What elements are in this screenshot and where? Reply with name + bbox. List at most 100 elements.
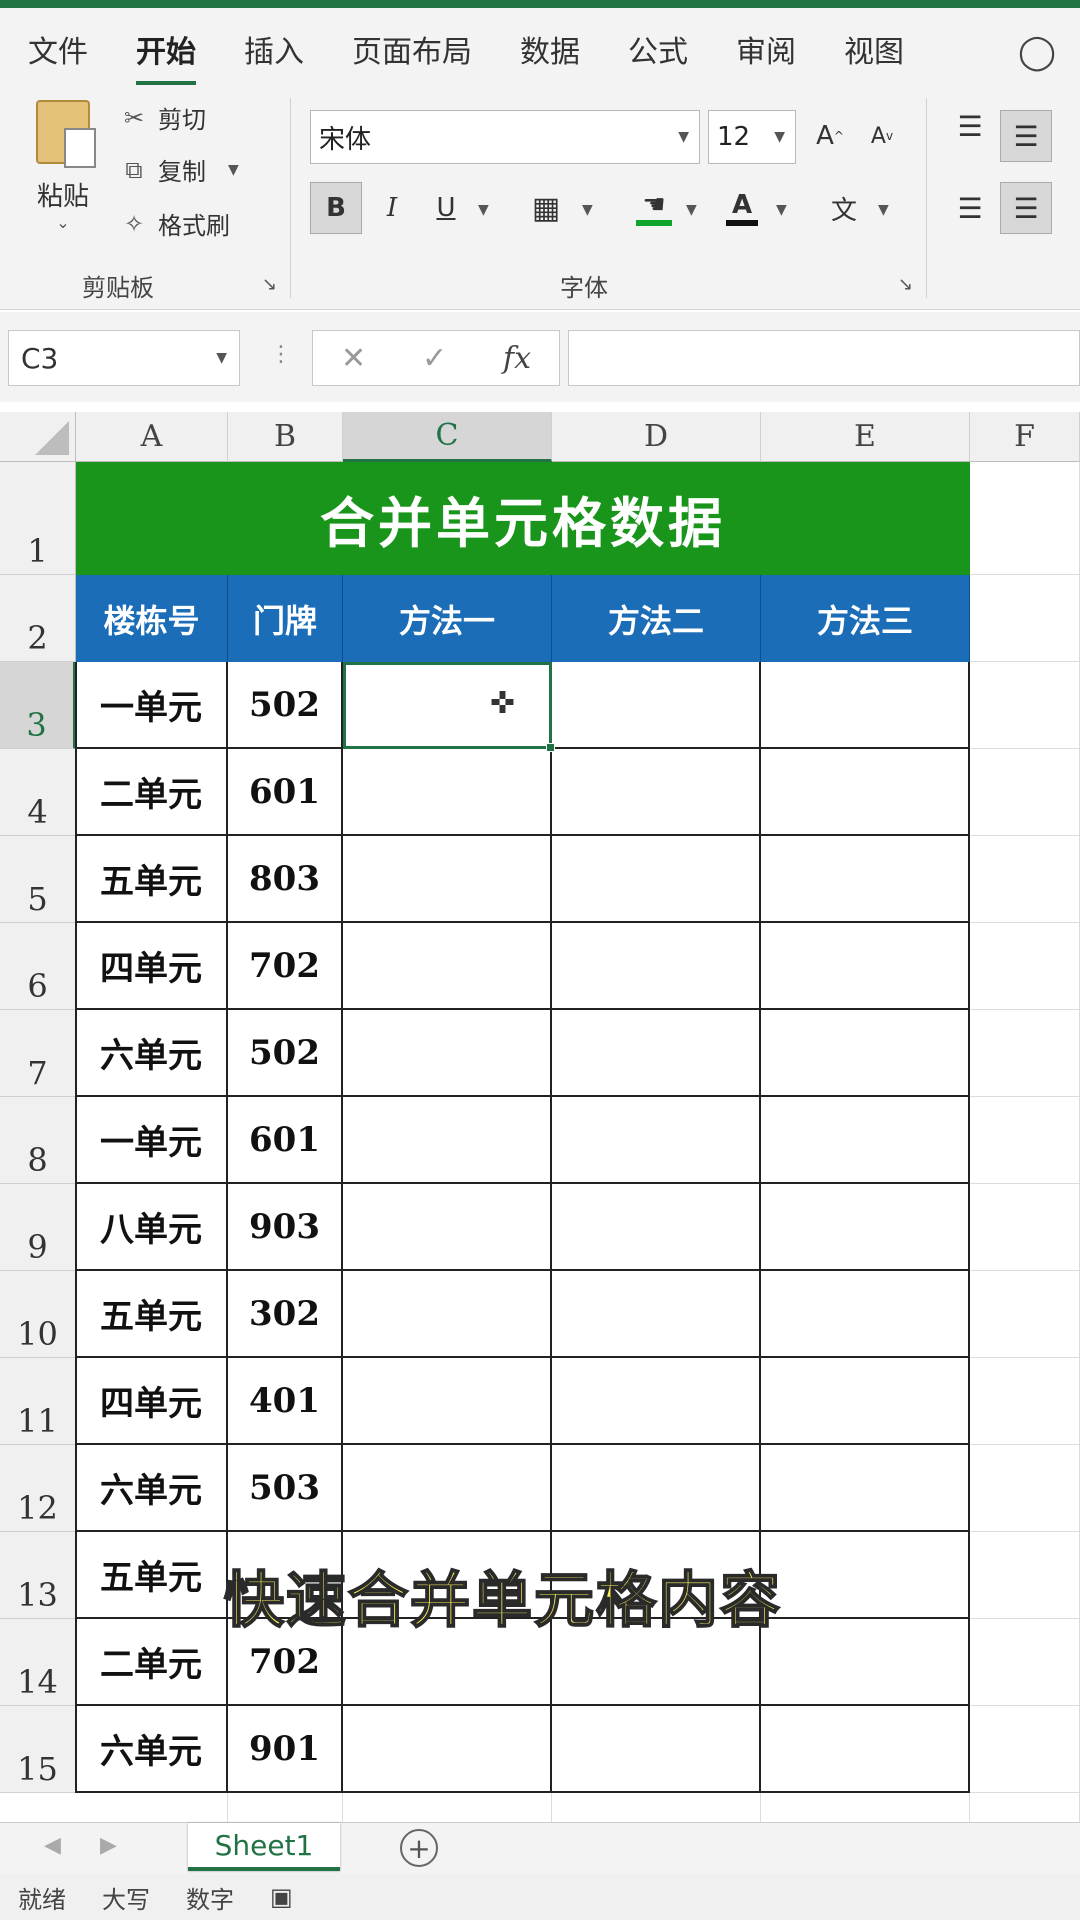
row-header-13[interactable]: 13 [0,1532,76,1619]
header-cell-a[interactable]: 楼栋号 [76,575,228,662]
tab-data[interactable]: 数据 [520,19,580,79]
cell-c6[interactable] [343,923,552,1010]
cell-e15[interactable] [761,1706,970,1793]
align-middle-icon[interactable]: ☰ [1000,110,1052,162]
font-color-button[interactable]: A [716,182,768,234]
cut-button[interactable]: ✂ 剪切 [118,100,206,135]
cell-a8[interactable]: 一单元 [76,1097,228,1184]
cell-d15[interactable] [552,1706,761,1793]
cell-e4[interactable] [761,749,970,836]
cell-b15[interactable]: 901 [228,1706,343,1793]
row-header-11[interactable]: 11 [0,1358,76,1445]
row-header-9[interactable]: 9 [0,1184,76,1271]
scroll-left-icon[interactable]: ◀ [44,1833,61,1858]
tab-file[interactable]: 文件 [28,19,88,79]
underline-button[interactable]: U [420,182,472,234]
header-cell-c[interactable]: 方法一 [343,575,552,662]
column-header-b[interactable]: B [228,412,343,462]
tab-home[interactable]: 开始 [136,19,196,85]
header-cell-e[interactable]: 方法三 [761,575,970,662]
row-header-10[interactable]: 10 [0,1271,76,1358]
row-header-1[interactable]: 1 [0,462,76,575]
paste-button[interactable]: 粘贴 ⌄ [28,100,98,260]
merged-title-cell[interactable]: 合并单元格数据 [76,462,970,575]
cell-d4[interactable] [552,749,761,836]
chevron-down-icon[interactable]: ▼ [878,202,889,218]
row-header-14[interactable]: 14 [0,1619,76,1706]
cell-e14[interactable] [761,1619,970,1706]
row-header-3[interactable]: 3 [0,662,76,749]
cell-a15[interactable]: 六单元 [76,1706,228,1793]
align-left-icon[interactable]: ☰ [944,182,996,234]
font-name-select[interactable]: 宋体 ▼ [310,110,700,164]
cell-b5[interactable]: 803 [228,836,343,923]
cell-e11[interactable] [761,1358,970,1445]
cell-a9[interactable]: 八单元 [76,1184,228,1271]
cell-c7[interactable] [343,1010,552,1097]
chevron-down-icon[interactable]: ▼ [686,202,697,218]
row-header-5[interactable]: 5 [0,836,76,923]
cell-a4[interactable]: 二单元 [76,749,228,836]
cell-d6[interactable] [552,923,761,1010]
phonetic-guide-icon[interactable]: 文 [818,182,870,234]
italic-button[interactable]: I [366,182,418,234]
cell-b9[interactable]: 903 [228,1184,343,1271]
cell-a14[interactable]: 二单元 [76,1619,228,1706]
row-header-7[interactable]: 7 [0,1010,76,1097]
cell-d11[interactable] [552,1358,761,1445]
cell-a10[interactable]: 五单元 [76,1271,228,1358]
cell-a3[interactable]: 一单元 [76,662,228,749]
dialog-launcher-icon[interactable]: ↘ [262,274,277,295]
row-header-8[interactable]: 8 [0,1097,76,1184]
grow-font-button[interactable]: A ^ [804,110,856,162]
cell-e12[interactable] [761,1445,970,1532]
sheet-tab-sheet1[interactable]: Sheet1 [188,1823,340,1871]
cell-e8[interactable] [761,1097,970,1184]
align-center-icon[interactable]: ☰ [1000,182,1052,234]
row-header-15[interactable]: 15 [0,1706,76,1793]
more-options-icon[interactable]: ⋮ [270,342,292,367]
cell-a13[interactable]: 五单元 [76,1532,228,1619]
cell-c11[interactable] [343,1358,552,1445]
row-header-12[interactable]: 12 [0,1445,76,1532]
chevron-down-icon[interactable]: ▼ [582,202,593,218]
row-header-6[interactable]: 6 [0,923,76,1010]
cell-a12[interactable]: 六单元 [76,1445,228,1532]
cell-e13[interactable] [761,1532,970,1619]
font-size-select[interactable]: 12 ▼ [708,110,796,164]
cell-d9[interactable] [552,1184,761,1271]
cell-d5[interactable] [552,836,761,923]
cell-c10[interactable] [343,1271,552,1358]
column-header-d[interactable]: D [552,412,761,462]
cell-e3[interactable] [761,662,970,749]
cell-c12[interactable] [343,1445,552,1532]
enter-icon[interactable]: ✓ [422,341,447,376]
cell-e10[interactable] [761,1271,970,1358]
cell-e9[interactable] [761,1184,970,1271]
align-top-icon[interactable]: ☰ [944,100,996,152]
bold-button[interactable]: B [310,182,362,234]
shrink-font-button[interactable]: Av [856,110,908,162]
cell-a6[interactable]: 四单元 [76,923,228,1010]
cell-c8[interactable] [343,1097,552,1184]
cell-d3[interactable] [552,662,761,749]
chevron-down-icon[interactable]: ▼ [228,162,239,178]
dialog-launcher-icon[interactable]: ↘ [898,274,913,295]
cell-d7[interactable] [552,1010,761,1097]
cell-b11[interactable]: 401 [228,1358,343,1445]
row-header-4[interactable]: 4 [0,749,76,836]
column-header-c[interactable]: C [343,412,552,462]
cell-d8[interactable] [552,1097,761,1184]
formula-input[interactable] [568,330,1080,386]
column-header-f[interactable]: F [970,412,1080,462]
cancel-icon[interactable]: ✕ [341,341,366,376]
cell-c5[interactable] [343,836,552,923]
chevron-down-icon[interactable]: ⌄ [28,213,98,232]
lightbulb-icon[interactable]: ◯ [1018,32,1056,72]
cell-a5[interactable]: 五单元 [76,836,228,923]
cell-b8[interactable]: 601 [228,1097,343,1184]
column-header-e[interactable]: E [761,412,970,462]
column-header-a[interactable]: A [76,412,228,462]
borders-icon[interactable]: ▦ [520,182,572,234]
fill-handle[interactable] [546,743,555,752]
